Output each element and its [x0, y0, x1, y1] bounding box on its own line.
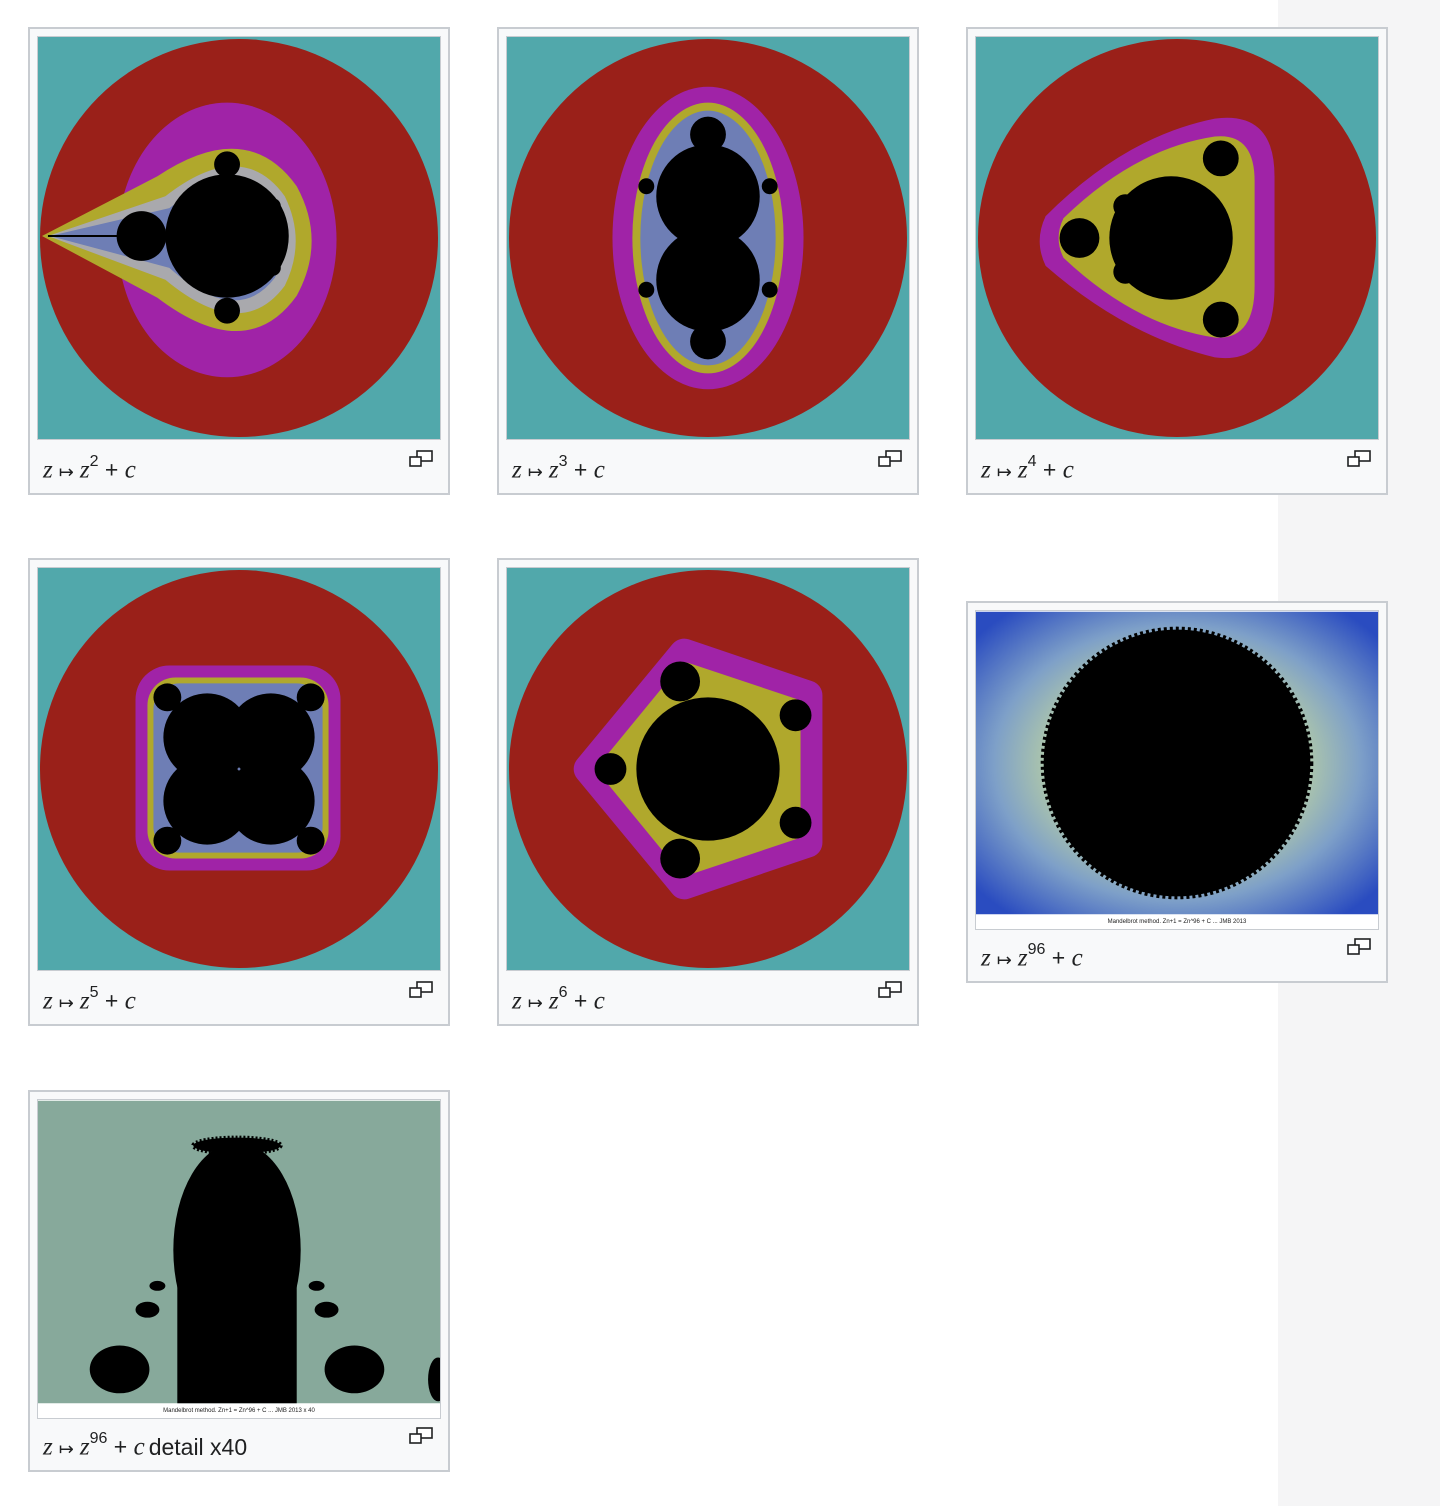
image-credit-text: Mandelbrot method. Zn+1 = Zn^96 + C ... … — [38, 1404, 440, 1418]
caption-var-c: c — [133, 1433, 145, 1461]
caption-var-c: c — [1071, 944, 1083, 972]
caption-base: z — [1017, 944, 1028, 972]
caption-exponent: 6 — [558, 984, 568, 1001]
caption-base: z — [548, 987, 559, 1015]
caption-exponent: 3 — [558, 453, 568, 470]
enlarge-icon[interactable] — [409, 450, 433, 468]
gallery-item-degree-3: z ↦ z3 + c — [497, 27, 919, 495]
fractal-thumbnail-degree-5[interactable] — [37, 567, 441, 971]
gallery-item-degree-96-detail: Mandelbrot method. Zn+1 = Zn^96 + C ... … — [28, 1090, 450, 1472]
caption-var-z: z — [981, 944, 991, 972]
caption-var-c: c — [593, 987, 605, 1015]
caption-base: z — [79, 987, 90, 1015]
enlarge-icon[interactable] — [1347, 938, 1371, 956]
maps-to-symbol: ↦ — [58, 992, 74, 1014]
maps-to-symbol: ↦ — [996, 461, 1012, 483]
caption-var-z: z — [43, 987, 53, 1015]
caption-var-c: c — [124, 456, 136, 484]
fractal-thumbnail-degree-4[interactable] — [975, 36, 1379, 440]
gallery-item-degree-2: z ↦ z2 + c — [28, 27, 450, 495]
caption-plus: + — [573, 456, 588, 483]
enlarge-icon[interactable] — [409, 981, 433, 999]
caption-degree-96: z ↦ z96 + c — [981, 935, 1087, 972]
fractal-thumbnail-degree-3[interactable] — [506, 36, 910, 440]
maps-to-symbol: ↦ — [996, 949, 1012, 971]
caption-base: z — [79, 456, 90, 484]
enlarge-icon[interactable] — [1347, 450, 1371, 468]
caption-var-z: z — [512, 456, 522, 484]
caption-exponent: 5 — [89, 984, 99, 1001]
caption-var-z: z — [981, 456, 991, 484]
fractal-thumbnail-degree-96-detail[interactable]: Mandelbrot method. Zn+1 = Zn^96 + C ... … — [37, 1099, 441, 1419]
caption-var-c: c — [1062, 456, 1074, 484]
caption-base: z — [548, 456, 559, 484]
caption-var-z: z — [43, 1433, 53, 1461]
caption-degree-96-detail: z ↦ z96 + c detail x40 — [43, 1424, 248, 1461]
gallery: z ↦ z2 + c z ↦ z3 + c z ↦ z4 + c z ↦ z5 … — [0, 0, 1388, 1506]
caption-suffix: detail x40 — [148, 1433, 248, 1460]
caption-plus: + — [113, 1433, 128, 1460]
caption-plus: + — [573, 987, 588, 1014]
caption-var-z: z — [43, 456, 53, 484]
caption-var-z: z — [512, 987, 522, 1015]
caption-exponent: 96 — [1027, 941, 1046, 958]
maps-to-symbol: ↦ — [58, 1438, 74, 1460]
enlarge-icon[interactable] — [409, 1427, 433, 1445]
caption-exponent: 96 — [89, 1430, 108, 1447]
enlarge-icon[interactable] — [878, 981, 902, 999]
caption-exponent: 4 — [1027, 453, 1037, 470]
gallery-item-degree-4: z ↦ z4 + c — [966, 27, 1388, 495]
maps-to-symbol: ↦ — [527, 461, 543, 483]
maps-to-symbol: ↦ — [527, 992, 543, 1014]
fractal-thumbnail-degree-6[interactable] — [506, 567, 910, 971]
enlarge-icon[interactable] — [878, 450, 902, 468]
fractal-thumbnail-degree-2[interactable] — [37, 36, 441, 440]
caption-var-c: c — [124, 987, 136, 1015]
caption-var-c: c — [593, 456, 605, 484]
caption-degree-3: z ↦ z3 + c — [512, 447, 609, 484]
caption-degree-5: z ↦ z5 + c — [43, 978, 140, 1015]
caption-plus: + — [1042, 456, 1057, 483]
gallery-item-degree-96: Mandelbrot method. Zn+1 = Zn^96 + C ... … — [966, 601, 1388, 983]
image-credit-text: Mandelbrot method. Zn+1 = Zn^96 + C ... … — [976, 915, 1378, 929]
caption-degree-2: z ↦ z2 + c — [43, 447, 140, 484]
caption-degree-6: z ↦ z6 + c — [512, 978, 609, 1015]
caption-exponent: 2 — [89, 453, 99, 470]
gallery-item-degree-6: z ↦ z6 + c — [497, 558, 919, 1026]
caption-plus: + — [104, 987, 119, 1014]
caption-base: z — [79, 1433, 90, 1461]
caption-base: z — [1017, 456, 1028, 484]
maps-to-symbol: ↦ — [58, 461, 74, 483]
caption-plus: + — [104, 456, 119, 483]
caption-plus: + — [1051, 944, 1066, 971]
caption-degree-4: z ↦ z4 + c — [981, 447, 1078, 484]
fractal-thumbnail-degree-96[interactable]: Mandelbrot method. Zn+1 = Zn^96 + C ... … — [975, 610, 1379, 930]
gallery-item-degree-5: z ↦ z5 + c — [28, 558, 450, 1026]
